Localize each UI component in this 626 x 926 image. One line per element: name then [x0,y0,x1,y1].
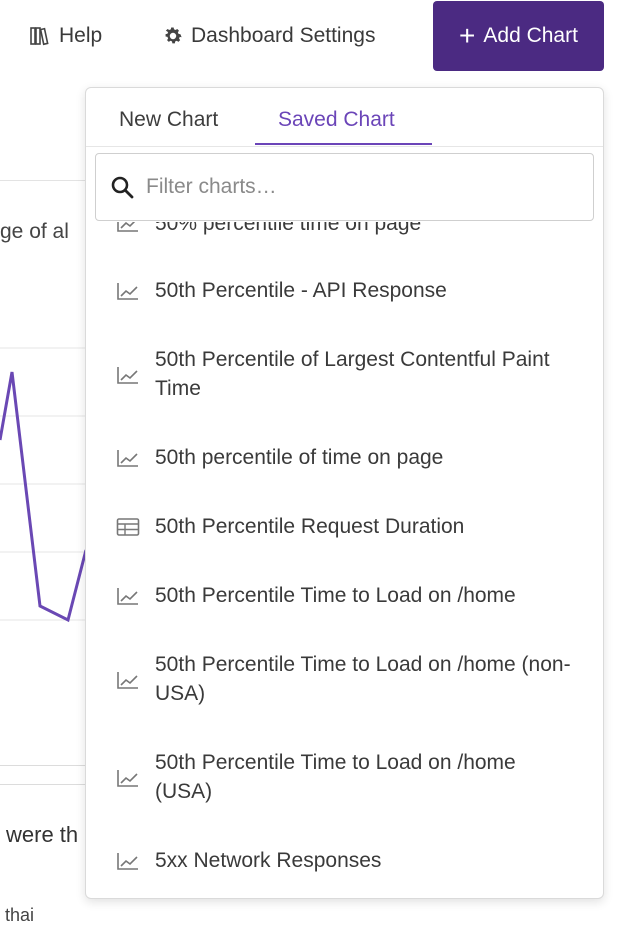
background-text: were th [6,822,79,847]
background-line-chart [0,347,86,623]
line-chart-icon [117,853,138,870]
top-toolbar: Help Dashboard Settings + Add Chart [0,0,626,72]
list-item-label: 50th Percentile of Largest Contentful Pa… [155,348,550,400]
line-chart-icon [117,770,138,787]
add-chart-dropdown: New Chart Saved Chart 50% percentile tim… [85,87,604,899]
list-item-label: 50th Percentile - API Response [155,279,447,302]
list-item-label: 50% percentile time on page [155,222,422,235]
list-item-label: 5xx Network Responses [155,849,382,872]
list-item-label: 50th Percentile Request Duration [155,515,465,538]
plus-icon: + [459,20,476,51]
list-item[interactable]: 50th Percentile - API Response [86,276,603,305]
list-item-label: 50th Percentile Time to Load on /home [155,584,516,607]
list-item[interactable]: 50th Percentile of Largest Contentful Pa… [86,345,603,403]
line-chart-icon [117,222,138,232]
active-tab-indicator [255,143,432,145]
list-item[interactable]: 50th Percentile Request Duration [86,512,603,541]
filter-charts-search [95,153,594,221]
dashboard-settings-button[interactable]: Dashboard Settings [162,20,375,52]
list-item-label: 50th percentile of time on page [155,446,444,469]
tab-new-chart[interactable]: New Chart [119,108,218,132]
line-chart-icon [117,283,138,300]
dashboard-settings-label: Dashboard Settings [191,24,376,47]
line-chart-icon [117,672,138,689]
list-item[interactable]: 50th percentile of time on page [86,443,603,472]
list-item-label: 50th Percentile Time to Load on /home (U… [155,751,516,803]
list-item[interactable]: 50th Percentile Time to Load on /home (U… [86,748,603,806]
background-divider [0,784,86,785]
add-chart-button[interactable]: + Add Chart [433,1,604,71]
list-item-label: 50th Percentile Time to Load on /home (n… [155,653,571,705]
saved-chart-list: 50% percentile time on page 50th Percent… [86,222,603,898]
gear-icon [165,27,182,44]
list-item[interactable]: 50% percentile time on page [86,222,603,238]
line-chart-icon [117,588,138,605]
chart-tabs: New Chart Saved Chart [86,88,603,147]
line-chart-icon [117,450,138,467]
search-icon [111,176,134,199]
add-chart-label: Add Chart [483,24,578,47]
table-icon [116,518,140,536]
list-item[interactable]: 5xx Network Responses [86,846,603,875]
background-series-line [0,371,86,623]
filter-charts-input[interactable] [144,174,568,200]
list-item[interactable]: 50th Percentile Time to Load on /home (n… [86,650,603,708]
background-text-2: thai [5,905,35,925]
tab-saved-chart[interactable]: Saved Chart [278,108,395,132]
list-item[interactable]: 50th Percentile Time to Load on /home [86,581,603,610]
line-chart-icon [117,367,138,384]
